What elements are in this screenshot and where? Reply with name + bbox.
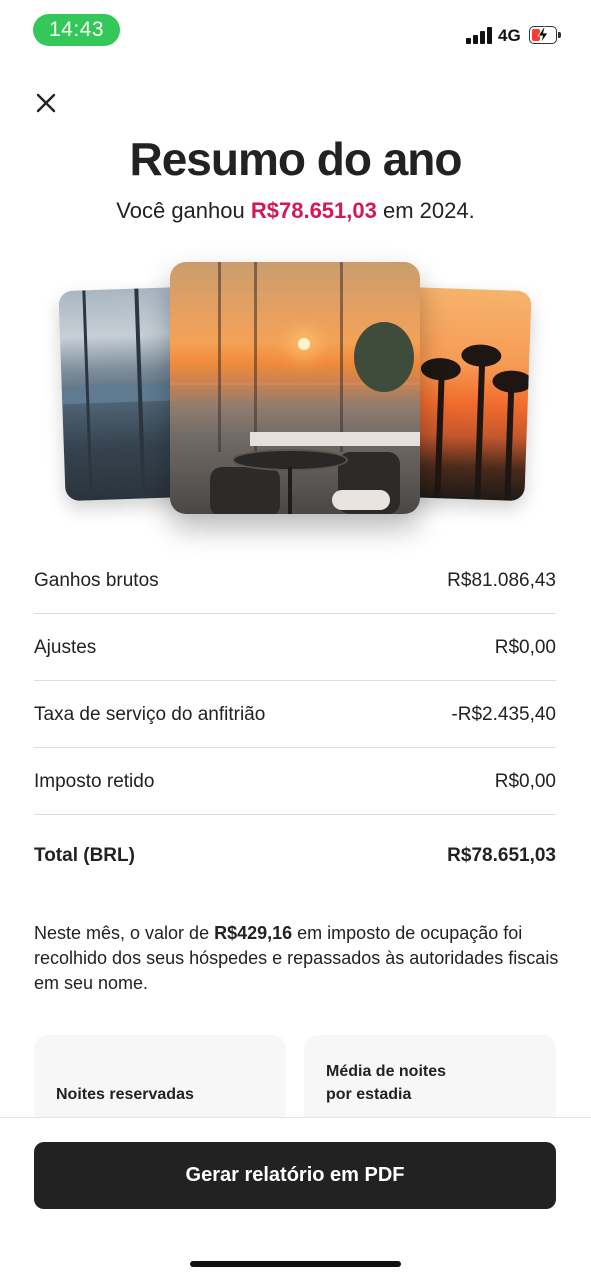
earnings-row-gross: Ganhos brutos R$81.086,43 xyxy=(34,547,556,614)
occupancy-tax-note: Neste mês, o valor de R$429,16 em impost… xyxy=(34,921,564,996)
earnings-row-service-fee: Taxa de serviço do anfitrião -R$2.435,40 xyxy=(34,681,556,748)
earnings-row-adjustments: Ajustes R$0,00 xyxy=(34,614,556,681)
subtitle-prefix: Você ganhou xyxy=(116,198,251,223)
row-value: -R$2.435,40 xyxy=(451,704,556,725)
generate-pdf-button[interactable]: Gerar relatório em PDF xyxy=(34,1142,556,1209)
subtitle-amount: R$78.651,03 xyxy=(250,198,377,223)
earnings-row-total: Total (BRL) R$78.651,03 xyxy=(34,822,556,889)
battery-icon xyxy=(529,26,561,44)
row-label: Imposto retido xyxy=(34,771,155,792)
earnings-row-tax-withheld: Imposto retido R$0,00 xyxy=(34,748,556,815)
stat-label-line2: por estadia xyxy=(326,1086,412,1103)
signal-icon xyxy=(466,27,492,44)
close-icon xyxy=(36,93,56,113)
note-prefix: Neste mês, o valor de xyxy=(34,923,215,943)
note-amount: R$429,16 xyxy=(214,923,293,943)
status-bar: 14:43 4G xyxy=(0,0,591,62)
status-time: 14:43 xyxy=(33,14,120,46)
total-label: Total (BRL) xyxy=(34,845,135,866)
row-label: Taxa de serviço do anfitrião xyxy=(34,704,266,725)
network-type: 4G xyxy=(498,26,521,45)
listing-photo-main xyxy=(170,262,420,514)
row-value: R$81.086,43 xyxy=(447,570,556,591)
stat-label: Noites reservadas xyxy=(56,1086,194,1103)
stat-label-line1: Média de noites xyxy=(326,1063,447,1080)
home-indicator[interactable] xyxy=(190,1261,401,1267)
listing-photos xyxy=(0,255,591,535)
subtitle-suffix: em 2024. xyxy=(376,198,475,223)
row-label: Ajustes xyxy=(34,637,97,658)
earnings-summary: Você ganhou R$78.651,03 em 2024. xyxy=(0,198,591,224)
total-value: R$78.651,03 xyxy=(447,845,556,866)
page-title: Resumo do ano xyxy=(129,133,462,185)
charging-bolt-icon xyxy=(537,26,549,44)
bottom-action-bar: Gerar relatório em PDF xyxy=(0,1117,591,1281)
close-button[interactable] xyxy=(30,87,62,119)
row-value: R$0,00 xyxy=(494,771,556,792)
row-label: Ganhos brutos xyxy=(34,570,159,591)
row-value: R$0,00 xyxy=(494,637,556,658)
